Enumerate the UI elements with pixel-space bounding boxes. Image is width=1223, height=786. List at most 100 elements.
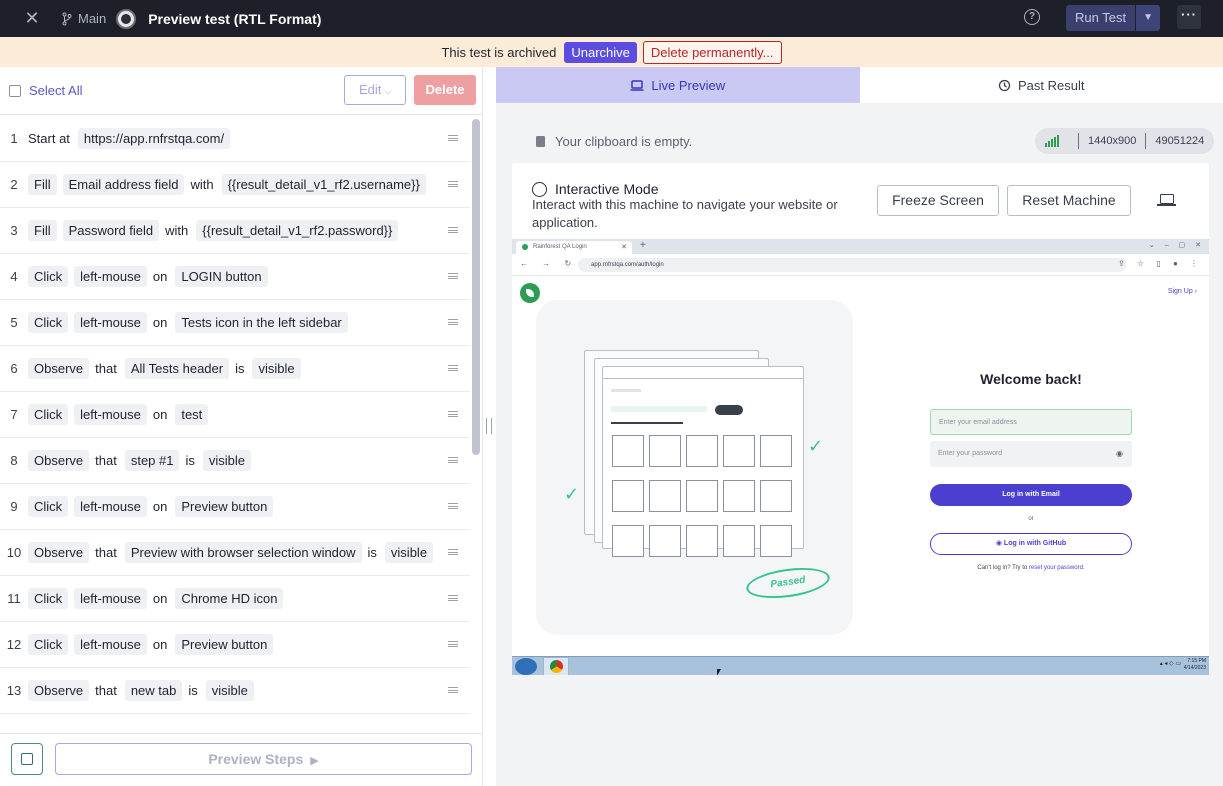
step-row[interactable]: 8 Observe that step #1 is visible (0, 438, 470, 484)
panel-toggle-icon[interactable] (11, 743, 43, 775)
monitor-icon[interactable] (1157, 194, 1176, 206)
step-token-chip[interactable]: left-mouse (74, 634, 147, 655)
panel-resize-handle[interactable] (486, 418, 492, 434)
drag-handle-icon[interactable] (448, 595, 458, 601)
step-token-chip[interactable]: left-mouse (74, 266, 147, 287)
tab-live-preview[interactable]: Live Preview (496, 67, 860, 103)
step-token-chip[interactable]: {{result_detail_v1_rf2.password}} (196, 220, 399, 241)
step-token-chip[interactable]: Click (28, 634, 69, 655)
step-token-chip[interactable]: left-mouse (74, 404, 147, 425)
step-token-chip[interactable]: new tab (124, 680, 183, 701)
delete-button[interactable]: Delete (414, 75, 476, 105)
delete-permanently-button[interactable]: Delete permanently... (642, 40, 782, 64)
step-token-chip[interactable]: https://app.rnfrstqa.com/ (77, 128, 231, 149)
step-token-chip[interactable]: visible (205, 680, 254, 701)
branch-selector[interactable]: Main (62, 11, 106, 26)
drag-handle-icon[interactable] (448, 319, 458, 325)
step-token-chip[interactable]: Observe (28, 542, 90, 563)
step-token-chip[interactable]: test (175, 404, 209, 425)
step-row[interactable]: 1 Start at https://app.rnfrstqa.com/ (0, 116, 470, 162)
step-token-chip[interactable]: Observe (28, 358, 90, 379)
eye-icon[interactable]: ◉ (1116, 441, 1123, 467)
step-row[interactable]: 12 Click left-mouse on Preview button (0, 622, 470, 668)
drag-handle-icon[interactable] (448, 687, 458, 693)
chrome-taskbar-icon[interactable] (543, 657, 569, 675)
drag-handle-icon[interactable] (448, 641, 458, 647)
drag-handle-icon[interactable] (448, 365, 458, 371)
login-with-github-button[interactable]: ◉ Log in with GitHub (930, 533, 1132, 555)
step-row[interactable]: 9 Click left-mouse on Preview button (0, 484, 470, 530)
drag-handle-icon[interactable] (448, 135, 458, 141)
step-token-chip[interactable]: Fill (28, 220, 57, 241)
browser-tab[interactable]: Rainforest QA Login ✕ (516, 241, 632, 254)
step-token-chip[interactable]: left-mouse (74, 312, 147, 333)
edit-button[interactable]: Edit ⌵ (344, 75, 406, 105)
step-token-chip[interactable]: Password field (62, 220, 160, 241)
step-token-chip[interactable]: Observe (28, 680, 90, 701)
reset-machine-button[interactable]: Reset Machine (1007, 185, 1131, 216)
drag-handle-icon[interactable] (448, 273, 458, 279)
step-token-chip[interactable]: Email address field (62, 174, 185, 195)
drag-handle-icon[interactable] (448, 457, 458, 463)
step-token-chip[interactable]: Click (28, 312, 69, 333)
remote-screen[interactable]: Rainforest QA Login ✕ + ⌄ – ▢ ✕ ← → ↻ ⌂ … (512, 239, 1209, 675)
drag-handle-icon[interactable] (448, 503, 458, 509)
step-token-chip[interactable]: Click (28, 404, 69, 425)
tab-past-result[interactable]: Past Result (859, 67, 1223, 103)
chevron-down-icon[interactable]: ▼ (1136, 5, 1161, 31)
step-token-chip[interactable]: Click (28, 496, 69, 517)
step-token-chip[interactable]: All Tests header (124, 358, 230, 379)
more-icon[interactable]: ··· (1177, 5, 1201, 29)
reset-password-link[interactable]: reset your password. (1029, 565, 1085, 571)
step-token-chip[interactable]: Tests icon in the left sidebar (175, 312, 348, 333)
step-row[interactable]: 13 Observe that new tab is visible (0, 668, 470, 714)
step-row[interactable]: 3 Fill Password field with {{result_detail_v… (0, 208, 470, 254)
step-token-chip[interactable]: Preview button (175, 634, 274, 655)
preview-steps-button[interactable]: Preview Steps ▶ (55, 743, 472, 775)
step-row[interactable]: 2 Fill Email address field with {{result_det… (0, 162, 470, 208)
help-icon[interactable]: ? (1024, 9, 1040, 25)
close-icon[interactable]: ✕ (22, 8, 42, 29)
step-row[interactable]: 10 Observe that Preview with browser select… (0, 530, 470, 576)
start-menu-icon[interactable] (515, 658, 537, 675)
step-token-chip[interactable]: LOGIN button (175, 266, 268, 287)
drag-handle-icon[interactable] (448, 227, 458, 233)
step-token-chip[interactable]: Fill (28, 174, 57, 195)
select-all-label[interactable]: Select All (29, 83, 82, 98)
window-controls-icon[interactable]: ⌄ – ▢ ✕ (1149, 241, 1205, 249)
password-field[interactable]: Enter your password ◉ (930, 441, 1132, 467)
drag-handle-icon[interactable] (448, 181, 458, 187)
step-token-chip[interactable]: visible (252, 358, 301, 379)
step-row[interactable]: 7 Click left-mouse on test (0, 392, 470, 438)
drag-handle-icon[interactable] (448, 549, 458, 555)
unarchive-button[interactable]: Unarchive (564, 41, 637, 63)
step-row[interactable]: 5 Click left-mouse on Tests icon in the left… (0, 300, 470, 346)
step-token-chip[interactable]: {{result_detail_v1_rf2.username}} (221, 174, 426, 195)
select-all-checkbox[interactable] (9, 85, 21, 97)
freeze-screen-button[interactable]: Freeze Screen (877, 185, 999, 216)
close-icon[interactable]: ✕ (621, 241, 627, 254)
email-field[interactable]: Enter your email address (930, 409, 1132, 435)
drag-handle-icon[interactable] (448, 411, 458, 417)
step-token-chip[interactable]: Preview with browser selection window (124, 542, 362, 563)
step-token-chip[interactable]: visible (202, 450, 251, 471)
steps-scrollbar[interactable] (472, 119, 480, 455)
step-token-chip[interactable]: Observe (28, 450, 90, 471)
step-token-chip[interactable]: Preview button (175, 496, 274, 517)
step-token-chip[interactable]: Chrome HD icon (175, 588, 284, 609)
step-token-chip[interactable]: Click (28, 588, 69, 609)
login-with-email-button[interactable]: Log in with Email (930, 484, 1132, 506)
step-token-chip[interactable]: step #1 (124, 450, 180, 471)
run-test-button[interactable]: Run Test (1066, 5, 1136, 31)
step-row[interactable]: 11 Click left-mouse on Chrome HD icon (0, 576, 470, 622)
step-token-chip[interactable]: left-mouse (74, 496, 147, 517)
sign-up-link[interactable]: Sign Up › (1168, 288, 1197, 295)
address-bar[interactable]: app.rnfrstqa.com/auth/login (578, 258, 1126, 272)
step-row[interactable]: 4 Click left-mouse on LOGIN button (0, 254, 470, 300)
step-token-chip[interactable]: visible (384, 542, 434, 563)
system-tray-icons[interactable]: ▴ ◂ ◇ ▭ (1160, 660, 1181, 667)
avatar[interactable] (116, 8, 137, 29)
step-row[interactable]: 6 Observe that All Tests header is visible (0, 346, 470, 392)
step-token-chip[interactable]: left-mouse (74, 588, 147, 609)
browser-toolbar-icons[interactable]: ⇪ ☆ ▯ ● ⋮ (1118, 259, 1203, 268)
